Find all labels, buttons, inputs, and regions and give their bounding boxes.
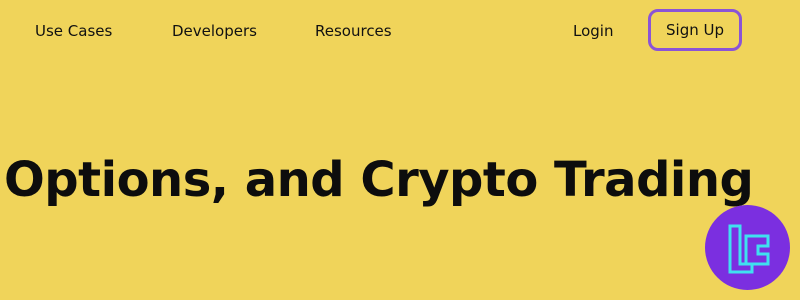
- nav-link-use-cases[interactable]: Use Cases: [35, 21, 112, 41]
- login-link[interactable]: Login: [573, 21, 613, 41]
- tc-logo-badge: [705, 205, 790, 290]
- nav-link-developers[interactable]: Developers: [172, 21, 257, 41]
- tc-logo-icon: [728, 224, 769, 273]
- hero-title: Options, and Crypto Trading: [4, 152, 754, 208]
- nav-link-resources[interactable]: Resources: [315, 21, 392, 41]
- sign-up-label: Sign Up: [666, 21, 724, 39]
- sign-up-button[interactable]: Sign Up: [648, 9, 742, 51]
